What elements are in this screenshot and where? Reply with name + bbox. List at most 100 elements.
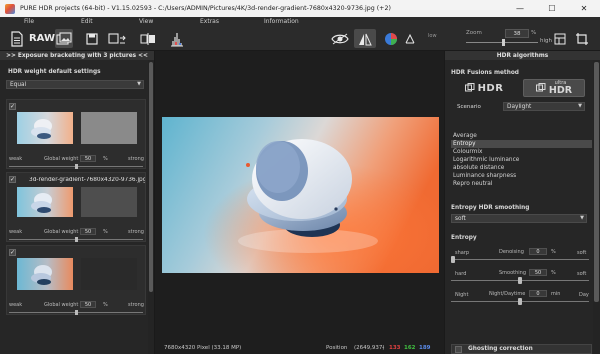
green-value: 162: [404, 345, 416, 351]
new-document-button[interactable]: [8, 29, 26, 48]
images-icon: [56, 31, 72, 45]
layout-button[interactable]: [552, 29, 568, 48]
zoom-slider-thumb[interactable]: [502, 39, 505, 46]
image-3-checkbox[interactable]: ✓: [9, 249, 16, 256]
image-2-weight-map: [81, 187, 137, 217]
compare-button[interactable]: [139, 29, 157, 48]
night-daytime-input[interactable]: 0: [529, 290, 547, 297]
zoom-input[interactable]: 38: [505, 29, 529, 38]
fusion-method-label: HDR Fusions method: [451, 70, 519, 76]
status-bar: 7680x4320 Pixel (33.18 MP) Position (264…: [156, 343, 443, 354]
global-weight-input[interactable]: 50: [80, 301, 96, 308]
algorithm-item[interactable]: Average: [451, 132, 592, 140]
crop-button[interactable]: [573, 29, 591, 48]
menu-bar: File Edit View Extras Information: [0, 17, 600, 27]
menu-file[interactable]: File: [24, 18, 34, 25]
eye-icon: [331, 33, 349, 44]
menu-edit[interactable]: Edit: [81, 18, 93, 25]
panel-header: HDR algorithms: [445, 51, 600, 60]
tone-mapping-button[interactable]: [329, 29, 351, 48]
image-1-checkbox[interactable]: ✓: [9, 103, 16, 110]
ghosting-correction-section[interactable]: Ghosting correction: [451, 344, 592, 354]
export-icon: [108, 32, 126, 44]
high-label: high: [540, 38, 552, 44]
denoising-slider[interactable]: [451, 259, 589, 260]
day-label: Day: [579, 292, 589, 298]
smoothing-unit: %: [551, 270, 556, 276]
open-images-button[interactable]: [55, 29, 73, 48]
maximize-button[interactable]: ☐: [536, 0, 568, 17]
global-weight-thumb[interactable]: [75, 164, 78, 169]
image-1-thumbnail[interactable]: [17, 112, 73, 144]
separator: -: [382, 345, 384, 351]
raw-button[interactable]: RAW: [29, 29, 55, 48]
histogram-button[interactable]: [168, 29, 186, 48]
image-group-3: ✓ weak Global weight 50 % strong: [6, 245, 146, 315]
algorithm-item[interactable]: Colourmix: [451, 148, 592, 156]
ultra-hdr-mode-button[interactable]: ultra HDR: [523, 79, 585, 97]
scenario-select[interactable]: Daylight ▼: [503, 102, 585, 111]
menu-view[interactable]: View: [139, 18, 153, 25]
algorithm-item[interactable]: Entropy: [451, 140, 592, 148]
panel-header[interactable]: >> Exposure bracketing with 3 pictures <…: [0, 51, 154, 60]
denoising-input[interactable]: 0: [529, 248, 547, 255]
right-scrollbar-thumb[interactable]: [594, 62, 599, 302]
night-daytime-unit: min: [551, 291, 561, 297]
left-scrollbar-thumb[interactable]: [149, 62, 153, 292]
title-bar: PURE HDR projects (64-bit) - V1.15.02593…: [0, 0, 600, 17]
export-button[interactable]: [106, 29, 128, 48]
hdr-algorithms-panel: HDR algorithms HDR Fusions method HDR ul…: [444, 51, 600, 354]
ghosting-checkbox[interactable]: [455, 345, 462, 353]
global-weight-input[interactable]: 50: [80, 155, 96, 162]
hdr-preview-image[interactable]: [162, 117, 439, 273]
save-icon: [86, 32, 98, 45]
global-weight-thumb[interactable]: [75, 310, 78, 315]
position-value: (2649,937): [354, 345, 385, 351]
crop-icon: [576, 32, 588, 45]
menu-extras[interactable]: Extras: [200, 18, 219, 25]
window-title: PURE HDR projects (64-bit) - V1.15.02593…: [20, 5, 391, 12]
color-button[interactable]: [382, 29, 400, 48]
minimize-button[interactable]: —: [504, 0, 536, 17]
histogram-icon: [171, 32, 183, 46]
ultra-bottom-label: HDR: [548, 84, 573, 96]
global-weight-input[interactable]: 50: [80, 228, 96, 235]
blue-value: 189: [419, 345, 431, 351]
denoising-slider-thumb[interactable]: [451, 256, 455, 263]
algorithm-item[interactable]: absolute distance: [451, 164, 592, 172]
algorithm-item[interactable]: Logarithmic luminance: [451, 156, 592, 164]
denoising-right-label: soft: [577, 250, 587, 256]
layout-icon: [554, 33, 566, 44]
entropy-section-label: Entropy: [451, 235, 477, 241]
save-button[interactable]: [84, 29, 100, 48]
low-label: low: [428, 33, 437, 39]
chevron-down-icon: ▼: [578, 103, 582, 109]
weak-label: weak: [9, 302, 23, 308]
night-daytime-slider-thumb[interactable]: [518, 298, 522, 305]
smoothing-label: Smoothing: [499, 270, 527, 276]
red-value: 133: [389, 345, 401, 351]
align-triangles-icon: [359, 33, 372, 45]
align-button[interactable]: [354, 29, 376, 48]
hdr-label: HDR: [477, 82, 504, 94]
smoothing-select[interactable]: soft ▼: [451, 214, 587, 223]
menu-information[interactable]: Information: [264, 18, 299, 25]
smoothing-slider-thumb[interactable]: [518, 277, 522, 284]
global-weight-unit: %: [103, 302, 108, 308]
image-2-checkbox[interactable]: ✓: [9, 176, 16, 183]
weight-select[interactable]: Equal ▼: [6, 80, 144, 89]
image-3-thumbnail[interactable]: [17, 258, 73, 290]
image-2-thumbnail[interactable]: [17, 187, 73, 217]
close-button[interactable]: ✕: [568, 0, 600, 17]
hdr-mode-button[interactable]: HDR: [455, 79, 513, 97]
smoothing-left-label: hard: [455, 271, 467, 277]
left-panel-scrollbar[interactable]: [148, 60, 154, 354]
image-dimensions: 7680x4320 Pixel (33.18 MP): [164, 345, 242, 351]
algorithm-item[interactable]: Repro neutral: [451, 180, 592, 188]
smoothing-control: hard Smoothing 50 % soft: [451, 269, 589, 284]
image-3-weight-map: [81, 258, 137, 290]
algorithm-item[interactable]: Luminance sharpness: [451, 172, 592, 180]
right-panel-scrollbar[interactable]: [593, 60, 600, 354]
global-weight-thumb[interactable]: [75, 237, 78, 242]
smoothing-input[interactable]: 50: [529, 269, 547, 276]
